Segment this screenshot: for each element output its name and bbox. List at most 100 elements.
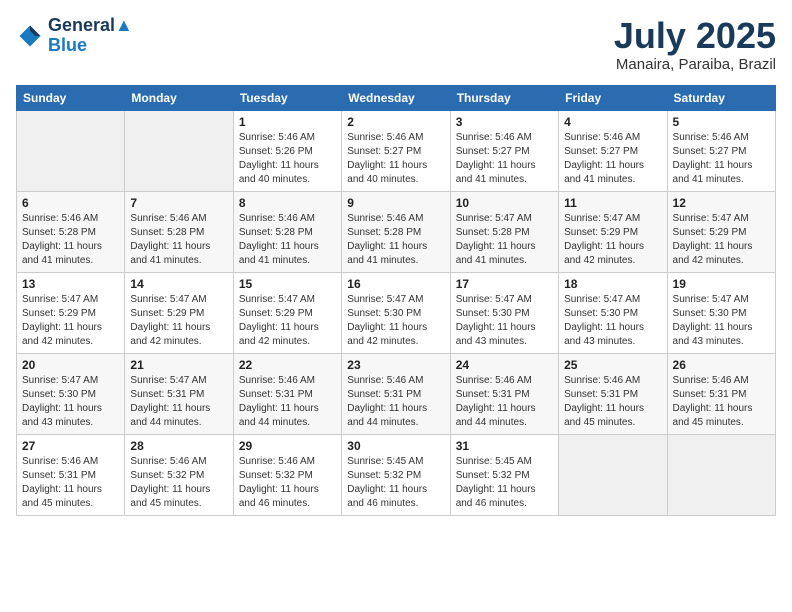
cell-info: Sunrise: 5:46 AM Sunset: 5:32 PM Dayligh… [239, 455, 336, 511]
calendar-cell: 6Sunrise: 5:46 AM Sunset: 5:28 PM Daylig… [17, 191, 125, 272]
calendar-cell: 17 Sunrise: 5:47 AM Sunset: 5:30 PM Dayli… [450, 272, 558, 353]
calendar-cell: 9 Sunrise: 5:46 AM Sunset: 5:28 PM Daylig… [342, 191, 450, 272]
day-number: 14 [130, 277, 227, 291]
calendar-cell: 16 Sunrise: 5:47 AM Sunset: 5:30 PM Dayli… [342, 272, 450, 353]
calendar-table: SundayMondayTuesdayWednesdayThursdayFrid… [16, 85, 776, 516]
calendar-week-5: 27 Sunrise: 5:46 AM Sunset: 5:31 PM Dayli… [17, 434, 776, 515]
calendar-cell: 12 Sunrise: 5:47 AM Sunset: 5:29 PM Dayli… [667, 191, 775, 272]
calendar-cell [125, 110, 233, 191]
cell-info: Sunrise: 5:47 AM Sunset: 5:28 PM Dayligh… [456, 212, 553, 268]
cell-info: Sunrise: 5:47 AM Sunset: 5:29 PM Dayligh… [673, 212, 770, 268]
day-number: 22 [239, 358, 336, 372]
calendar-cell: 18Sunrise: 5:47 AM Sunset: 5:30 PM Dayli… [559, 272, 667, 353]
calendar-cell [667, 434, 775, 515]
day-number: 19 [673, 277, 770, 291]
calendar-cell: 2 Sunrise: 5:46 AM Sunset: 5:27 PM Daylig… [342, 110, 450, 191]
calendar-cell: 3 Sunrise: 5:46 AM Sunset: 5:27 PM Daylig… [450, 110, 558, 191]
col-header-thursday: Thursday [450, 85, 558, 110]
calendar-cell: 31 Sunrise: 5:45 AM Sunset: 5:32 PM Dayli… [450, 434, 558, 515]
calendar-cell [17, 110, 125, 191]
col-header-saturday: Saturday [667, 85, 775, 110]
day-number: 18 [564, 277, 661, 291]
calendar-cell: 23Sunrise: 5:46 AM Sunset: 5:31 PM Dayli… [342, 353, 450, 434]
day-number: 25 [564, 358, 661, 372]
day-number: 7 [130, 196, 227, 210]
col-header-sunday: Sunday [17, 85, 125, 110]
calendar-cell: 15Sunrise: 5:47 AM Sunset: 5:29 PM Dayli… [233, 272, 341, 353]
day-number: 21 [130, 358, 227, 372]
logo-icon [16, 22, 44, 50]
calendar-cell: 24 Sunrise: 5:46 AM Sunset: 5:31 PM Dayli… [450, 353, 558, 434]
cell-info: Sunrise: 5:46 AM Sunset: 5:32 PM Dayligh… [130, 455, 227, 511]
calendar-cell: 30Sunrise: 5:45 AM Sunset: 5:32 PM Dayli… [342, 434, 450, 515]
logo-text: General▲ Blue [48, 16, 133, 56]
calendar-week-1: 1 Sunrise: 5:46 AM Sunset: 5:26 PM Daylig… [17, 110, 776, 191]
logo: General▲ Blue [16, 16, 133, 56]
day-number: 24 [456, 358, 553, 372]
cell-info: Sunrise: 5:46 AM Sunset: 5:27 PM Dayligh… [456, 131, 553, 187]
calendar-cell: 8Sunrise: 5:46 AM Sunset: 5:28 PM Daylig… [233, 191, 341, 272]
cell-info: Sunrise: 5:45 AM Sunset: 5:32 PM Dayligh… [347, 455, 444, 511]
cell-info: Sunrise: 5:47 AM Sunset: 5:30 PM Dayligh… [673, 293, 770, 349]
page-header: General▲ Blue July 2025 Manaira, Paraiba… [16, 16, 776, 73]
day-number: 4 [564, 115, 661, 129]
calendar-cell: 5 Sunrise: 5:46 AM Sunset: 5:27 PM Daylig… [667, 110, 775, 191]
cell-info: Sunrise: 5:47 AM Sunset: 5:31 PM Dayligh… [130, 374, 227, 430]
cell-info: Sunrise: 5:46 AM Sunset: 5:27 PM Dayligh… [347, 131, 444, 187]
calendar-cell: 25Sunrise: 5:46 AM Sunset: 5:31 PM Dayli… [559, 353, 667, 434]
col-header-friday: Friday [559, 85, 667, 110]
calendar-cell: 28 Sunrise: 5:46 AM Sunset: 5:32 PM Dayli… [125, 434, 233, 515]
calendar-cell: 10Sunrise: 5:47 AM Sunset: 5:28 PM Dayli… [450, 191, 558, 272]
cell-info: Sunrise: 5:46 AM Sunset: 5:28 PM Dayligh… [130, 212, 227, 268]
calendar-cell: 26 Sunrise: 5:46 AM Sunset: 5:31 PM Dayli… [667, 353, 775, 434]
day-number: 28 [130, 439, 227, 453]
day-number: 31 [456, 439, 553, 453]
col-header-monday: Monday [125, 85, 233, 110]
cell-info: Sunrise: 5:46 AM Sunset: 5:31 PM Dayligh… [239, 374, 336, 430]
cell-info: Sunrise: 5:47 AM Sunset: 5:30 PM Dayligh… [22, 374, 119, 430]
calendar-header-row: SundayMondayTuesdayWednesdayThursdayFrid… [17, 85, 776, 110]
day-number: 26 [673, 358, 770, 372]
calendar-cell: 4 Sunrise: 5:46 AM Sunset: 5:27 PM Daylig… [559, 110, 667, 191]
calendar-cell: 20 Sunrise: 5:47 AM Sunset: 5:30 PM Dayli… [17, 353, 125, 434]
cell-info: Sunrise: 5:46 AM Sunset: 5:31 PM Dayligh… [22, 455, 119, 511]
cell-info: Sunrise: 5:45 AM Sunset: 5:32 PM Dayligh… [456, 455, 553, 511]
calendar-cell: 1 Sunrise: 5:46 AM Sunset: 5:26 PM Daylig… [233, 110, 341, 191]
day-number: 17 [456, 277, 553, 291]
day-number: 16 [347, 277, 444, 291]
cell-info: Sunrise: 5:47 AM Sunset: 5:30 PM Dayligh… [456, 293, 553, 349]
cell-info: Sunrise: 5:46 AM Sunset: 5:31 PM Dayligh… [673, 374, 770, 430]
day-number: 5 [673, 115, 770, 129]
day-number: 3 [456, 115, 553, 129]
day-number: 20 [22, 358, 119, 372]
day-number: 2 [347, 115, 444, 129]
calendar-cell: 27 Sunrise: 5:46 AM Sunset: 5:31 PM Dayli… [17, 434, 125, 515]
day-number: 15 [239, 277, 336, 291]
day-number: 1 [239, 115, 336, 129]
day-number: 6 [22, 196, 119, 210]
calendar-cell: 22 Sunrise: 5:46 AM Sunset: 5:31 PM Dayli… [233, 353, 341, 434]
day-number: 13 [22, 277, 119, 291]
calendar-cell: 19 Sunrise: 5:47 AM Sunset: 5:30 PM Dayli… [667, 272, 775, 353]
day-number: 29 [239, 439, 336, 453]
location: Manaira, Paraiba, Brazil [614, 56, 776, 73]
cell-info: Sunrise: 5:46 AM Sunset: 5:31 PM Dayligh… [456, 374, 553, 430]
day-number: 27 [22, 439, 119, 453]
calendar-cell: 14 Sunrise: 5:47 AM Sunset: 5:29 PM Dayli… [125, 272, 233, 353]
cell-info: Sunrise: 5:46 AM Sunset: 5:28 PM Dayligh… [239, 212, 336, 268]
calendar-week-4: 20 Sunrise: 5:47 AM Sunset: 5:30 PM Dayli… [17, 353, 776, 434]
cell-info: Sunrise: 5:47 AM Sunset: 5:29 PM Dayligh… [130, 293, 227, 349]
calendar-week-3: 13 Sunrise: 5:47 AM Sunset: 5:29 PM Dayli… [17, 272, 776, 353]
cell-info: Sunrise: 5:46 AM Sunset: 5:26 PM Dayligh… [239, 131, 336, 187]
calendar-cell [559, 434, 667, 515]
cell-info: Sunrise: 5:46 AM Sunset: 5:27 PM Dayligh… [564, 131, 661, 187]
day-number: 9 [347, 196, 444, 210]
calendar-week-2: 6 Sunrise: 5:46 AM Sunset: 5:28 PM Daylig… [17, 191, 776, 272]
day-number: 12 [673, 196, 770, 210]
cell-info: Sunrise: 5:46 AM Sunset: 5:27 PM Dayligh… [673, 131, 770, 187]
cell-info: Sunrise: 5:47 AM Sunset: 5:29 PM Dayligh… [564, 212, 661, 268]
cell-info: Sunrise: 5:46 AM Sunset: 5:28 PM Dayligh… [347, 212, 444, 268]
day-number: 11 [564, 196, 661, 210]
cell-info: Sunrise: 5:47 AM Sunset: 5:30 PM Dayligh… [347, 293, 444, 349]
calendar-cell: 21 Sunrise: 5:47 AM Sunset: 5:31 PM Dayli… [125, 353, 233, 434]
